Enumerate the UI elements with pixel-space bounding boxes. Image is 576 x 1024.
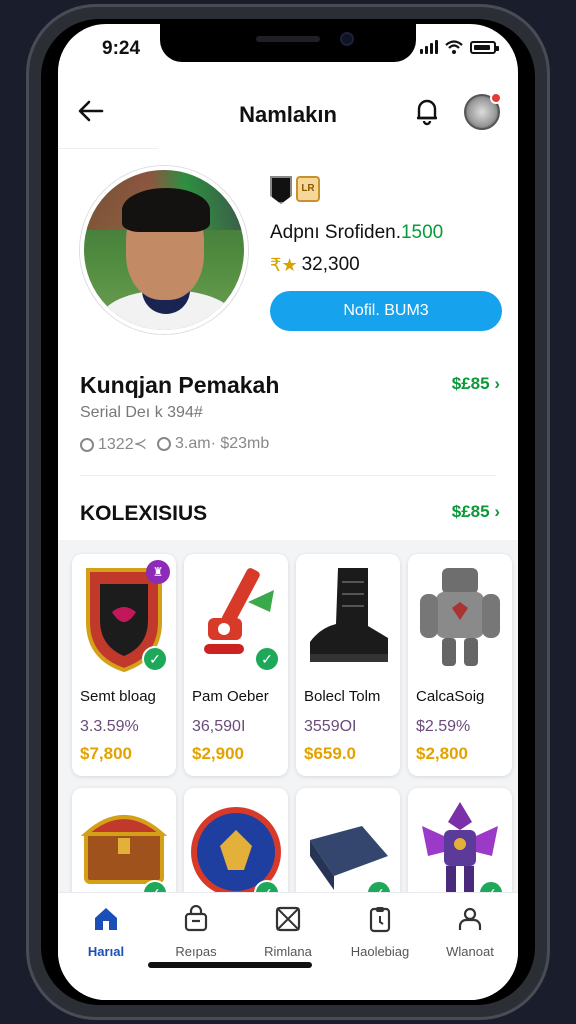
section-divider	[80, 475, 496, 476]
player-photo	[80, 166, 248, 334]
page-title: Namlakın	[239, 102, 337, 127]
item-price: $2,800	[416, 744, 468, 763]
player-badges: LR	[270, 176, 320, 204]
nav-item-home[interactable]: Harıal	[60, 905, 152, 959]
collection-card[interactable]: ✓	[184, 788, 288, 906]
collection-card[interactable]: CalcaSoig $2.59% $2,800	[408, 554, 512, 776]
item-percent: $2.59%	[416, 718, 471, 735]
player-info-value: 1500	[400, 222, 444, 243]
collection-card[interactable]: Bolecl Tolm 3559OI $659.0	[296, 554, 400, 776]
wifi-icon	[445, 40, 463, 54]
collection-card[interactable]: ♜ ✓ Semt bloag 3.3.59% $7,800	[72, 554, 176, 776]
section-subtitle: Serial Deı k 394#	[80, 404, 203, 421]
section-link-label: $£85	[451, 374, 490, 393]
phone-notch	[160, 24, 416, 62]
collection-title: KOLEXISIUS	[80, 502, 208, 525]
player-info: Adpnı Srofiden.1500	[270, 222, 443, 244]
item-name: Bolecl Tolm	[304, 688, 381, 705]
status-time: 9:24	[102, 38, 141, 59]
nav-item-profile[interactable]: Wlanoat	[424, 905, 516, 959]
armor-item-icon	[420, 568, 500, 666]
nav-item-tasks[interactable]: Haolebiag	[334, 905, 426, 959]
nav-item-packs[interactable]: Rimlana	[242, 905, 334, 959]
home-indicator[interactable]	[148, 962, 312, 968]
clock-icon	[157, 436, 171, 451]
notification-dot	[490, 92, 502, 104]
section-stats: 1322≺ 3.am· $23mb	[80, 434, 269, 454]
collection-see-all-link[interactable]: $£85 ›	[452, 502, 500, 522]
stat-views: 1322≺	[80, 434, 147, 454]
profile-action-button[interactable]: Nofil. BUM3	[270, 291, 502, 331]
signal-icon	[420, 40, 438, 54]
item-price: $2,900	[192, 744, 244, 763]
stat-time: 3.am· $23mb	[157, 435, 269, 453]
bag-icon	[184, 904, 208, 932]
rarity-badge-icon: ♜	[146, 560, 170, 584]
profile-icon	[458, 907, 482, 930]
coins-icon: ₹★	[270, 254, 298, 275]
owned-check-icon: ✓	[142, 646, 168, 672]
bottom-navigation: Harıal Reıpas Rimlana Haolebiag Wlanoat	[58, 892, 518, 1000]
app-bar: Namlakın	[58, 86, 518, 146]
camera-icon	[340, 32, 354, 46]
item-percent: 3559OI	[304, 718, 357, 735]
coins-balance: ₹★ 32,300	[270, 254, 360, 276]
bell-icon	[417, 99, 437, 126]
item-name: Pam Oeber	[192, 688, 269, 705]
nav-label: Harıal	[87, 944, 125, 959]
item-price: $659.0	[304, 744, 356, 763]
boot-item-icon	[310, 568, 388, 662]
section-title: Kunqjan Pemakah	[80, 372, 280, 398]
nav-item-shop[interactable]: Reıpas	[150, 904, 242, 959]
owned-check-icon: ✓	[254, 646, 280, 672]
section-see-all-link[interactable]: $£85 ›	[452, 374, 500, 394]
account-avatar-button[interactable]	[464, 92, 502, 130]
chevron-right-icon: ›	[494, 502, 500, 521]
item-name: Semt bloag	[80, 688, 156, 705]
chevron-right-icon: ›	[494, 374, 500, 393]
collection-card[interactable]: ✓	[72, 788, 176, 906]
clipboard-icon	[369, 907, 391, 933]
item-name: CalcaSoig	[416, 688, 485, 705]
collection-card[interactable]: ✓	[408, 788, 512, 906]
battery-icon	[470, 41, 499, 54]
app-screen: 9:24 Namlakın LR Adpnı Srofiden.1500 ₹★ …	[58, 24, 518, 1000]
club-crest-icon	[270, 176, 292, 204]
nav-label: Rimlana	[264, 944, 312, 959]
rating-badge-icon: LR	[296, 176, 320, 202]
notifications-button[interactable]	[410, 94, 444, 128]
player-info-text: Adpnı Srofiden.	[270, 222, 401, 243]
collection-card[interactable]: ✓	[296, 788, 400, 906]
item-percent: 3.3.59%	[80, 718, 139, 735]
collection-grid: ♜ ✓ Semt bloag 3.3.59% $7,800 ✓ Pam Oebe…	[58, 540, 518, 906]
home-icon	[95, 908, 117, 930]
collection-card[interactable]: ✓ Pam Oeber 36,590I $2,900	[184, 554, 288, 776]
status-icons	[420, 40, 499, 54]
item-percent: 36,590I	[192, 718, 246, 735]
nav-label: Wlanoat	[446, 944, 494, 959]
box-icon	[275, 906, 301, 932]
collection-link-label: $£85	[451, 502, 490, 521]
header-divider	[58, 148, 158, 149]
coins-value: 32,300	[301, 254, 360, 275]
nav-label: Haolebiag	[350, 944, 410, 959]
nav-label: Reıpas	[175, 944, 217, 959]
eye-icon	[80, 437, 94, 452]
item-price: $7,800	[80, 744, 132, 763]
